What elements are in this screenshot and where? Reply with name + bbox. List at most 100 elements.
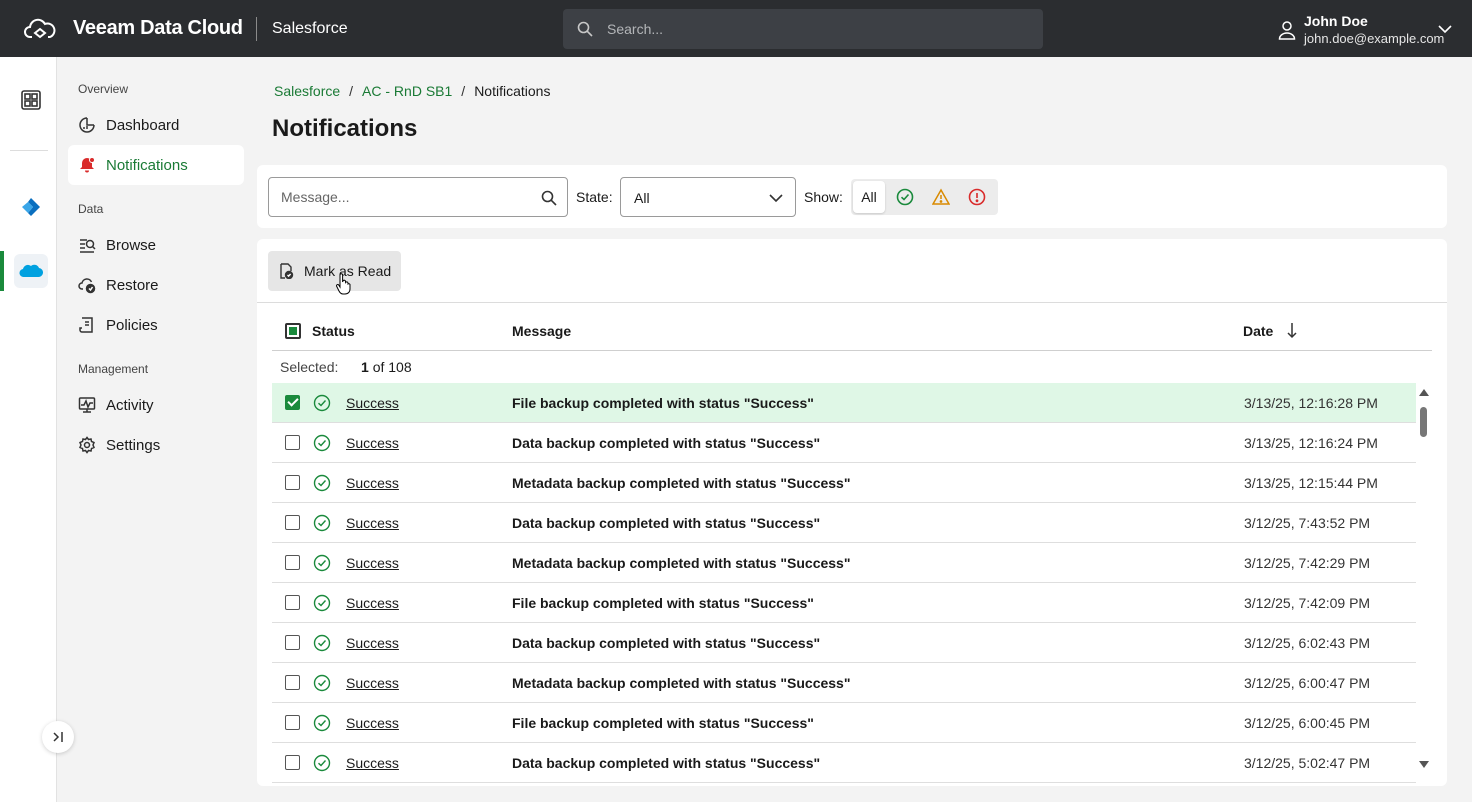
message-text: File backup completed with status "Succe… (512, 395, 814, 411)
message-filter[interactable] (268, 177, 568, 217)
row-checkbox[interactable] (285, 395, 300, 410)
status-link[interactable]: Success (346, 635, 399, 651)
show-error-button[interactable] (961, 181, 993, 213)
sort-descending-icon[interactable] (1286, 321, 1298, 339)
row-checkbox[interactable] (285, 715, 300, 730)
chevron-down-icon (769, 194, 783, 203)
rail-item-salesforce[interactable] (14, 254, 48, 288)
rail-item-azure[interactable] (14, 190, 48, 224)
date-text: 3/12/25, 5:02:47 PM (1244, 755, 1371, 771)
dashboard-grid-icon (21, 90, 41, 110)
sidebar-item-label: Activity (106, 396, 154, 414)
restore-icon (78, 278, 96, 294)
scroll-down-arrow-icon[interactable] (1419, 761, 1429, 768)
status-link[interactable]: Success (346, 515, 399, 531)
status-link[interactable]: Success (346, 595, 399, 611)
rail-item-dashboard[interactable] (14, 83, 48, 117)
brand-name[interactable]: Veeam Data Cloud (73, 17, 243, 40)
message-text: Data backup completed with status "Succe… (512, 755, 821, 771)
sidebar-item-browse[interactable]: Browse (68, 225, 244, 265)
column-header-message[interactable]: Message (512, 323, 571, 339)
row-checkbox[interactable] (285, 555, 300, 570)
chevron-down-icon[interactable] (1438, 24, 1452, 34)
table-row[interactable]: Success Metadata backup completed with s… (272, 663, 1416, 703)
row-checkbox[interactable] (285, 635, 300, 650)
table-row[interactable]: Success File backup completed with statu… (272, 583, 1416, 623)
breadcrumb-separator: / (349, 83, 354, 99)
table-row[interactable]: Success Data backup completed with statu… (272, 503, 1416, 543)
breadcrumb-current: Notifications (474, 83, 551, 99)
selection-summary: Selected: 1 of 108 (272, 351, 1432, 383)
row-checkbox[interactable] (285, 595, 300, 610)
show-warning-button[interactable] (925, 181, 957, 213)
section-label-data: Data (78, 202, 104, 216)
row-checkbox[interactable] (285, 675, 300, 690)
status-link[interactable]: Success (346, 435, 399, 451)
sidebar-item-notifications[interactable]: Notifications (68, 145, 244, 185)
breadcrumb-separator: / (461, 83, 466, 99)
table-row[interactable]: Success File backup completed with statu… (272, 383, 1416, 423)
filter-bar: State: All Show: All (257, 165, 1447, 228)
table-row[interactable]: Success Data backup completed with statu… (272, 623, 1416, 663)
status-link[interactable]: Success (346, 755, 399, 771)
date-text: 3/13/25, 12:16:24 PM (1244, 435, 1378, 451)
show-all-button[interactable]: All (853, 181, 885, 213)
show-success-button[interactable] (889, 181, 921, 213)
mark-read-icon (280, 263, 294, 279)
brand-divider (256, 17, 257, 41)
sidebar-item-dashboard[interactable]: Dashboard (68, 105, 244, 145)
table-scrollbar[interactable] (1416, 383, 1432, 771)
scroll-up-arrow-icon[interactable] (1419, 389, 1429, 396)
status-link[interactable]: Success (346, 715, 399, 731)
bell-icon (80, 157, 95, 173)
date-text: 3/12/25, 6:02:43 PM (1244, 635, 1371, 651)
user-menu[interactable]: John Doe john.doe@example.com (1278, 12, 1458, 48)
date-text: 3/12/25, 6:00:45 PM (1244, 715, 1371, 731)
success-circle-icon (313, 634, 331, 652)
status-link[interactable]: Success (346, 555, 399, 571)
success-circle-icon (313, 514, 331, 532)
message-filter-input[interactable] (281, 178, 531, 216)
row-checkbox[interactable] (285, 755, 300, 770)
message-text: File backup completed with status "Succe… (512, 595, 814, 611)
row-checkbox[interactable] (285, 435, 300, 450)
sidebar-item-policies[interactable]: Policies (68, 305, 244, 345)
select-all-checkbox[interactable] (285, 323, 301, 339)
table-toolbar: Mark as Read (257, 239, 1447, 303)
message-text: Data backup completed with status "Succe… (512, 635, 821, 651)
success-circle-icon (313, 594, 331, 612)
sidebar-item-settings[interactable]: Settings (68, 425, 244, 465)
search-icon[interactable] (541, 190, 557, 206)
table-row[interactable]: Success Data backup completed with statu… (272, 423, 1416, 463)
table-row[interactable]: Success File backup completed with statu… (272, 703, 1416, 743)
status-link[interactable]: Success (346, 395, 399, 411)
global-search[interactable] (563, 9, 1043, 49)
warning-triangle-icon (932, 188, 950, 205)
table-body: Success File backup completed with statu… (272, 383, 1416, 786)
search-input[interactable] (607, 9, 1027, 49)
table-row[interactable]: Success Data backup completed with statu… (272, 743, 1416, 783)
sidebar-item-label: Restore (106, 276, 159, 294)
table-row[interactable]: Success Metadata backup completed with s… (272, 463, 1416, 503)
scroll-thumb[interactable] (1420, 407, 1427, 437)
selected-count: 1 (361, 359, 369, 375)
sidebar-item-restore[interactable]: Restore (68, 265, 244, 305)
row-checkbox[interactable] (285, 515, 300, 530)
user-name: John Doe (1304, 13, 1368, 29)
section-label-management: Management (78, 362, 149, 376)
success-circle-icon (313, 714, 331, 732)
table-row[interactable]: Success Metadata backup completed with s… (272, 543, 1416, 583)
dashboard-icon (79, 117, 95, 133)
state-select[interactable]: All (620, 177, 796, 217)
breadcrumb-link-org[interactable]: AC - RnD SB1 (362, 83, 452, 99)
status-link[interactable]: Success (346, 475, 399, 491)
status-link[interactable]: Success (346, 675, 399, 691)
column-header-status[interactable]: Status (312, 323, 355, 339)
breadcrumb-link-salesforce[interactable]: Salesforce (274, 83, 340, 99)
user-email: john.doe@example.com (1304, 31, 1445, 46)
column-header-date[interactable]: Date (1243, 323, 1273, 339)
collapse-sidebar-button[interactable] (42, 721, 74, 753)
success-circle-icon (313, 554, 331, 572)
row-checkbox[interactable] (285, 475, 300, 490)
sidebar-item-activity[interactable]: Activity (68, 385, 244, 425)
